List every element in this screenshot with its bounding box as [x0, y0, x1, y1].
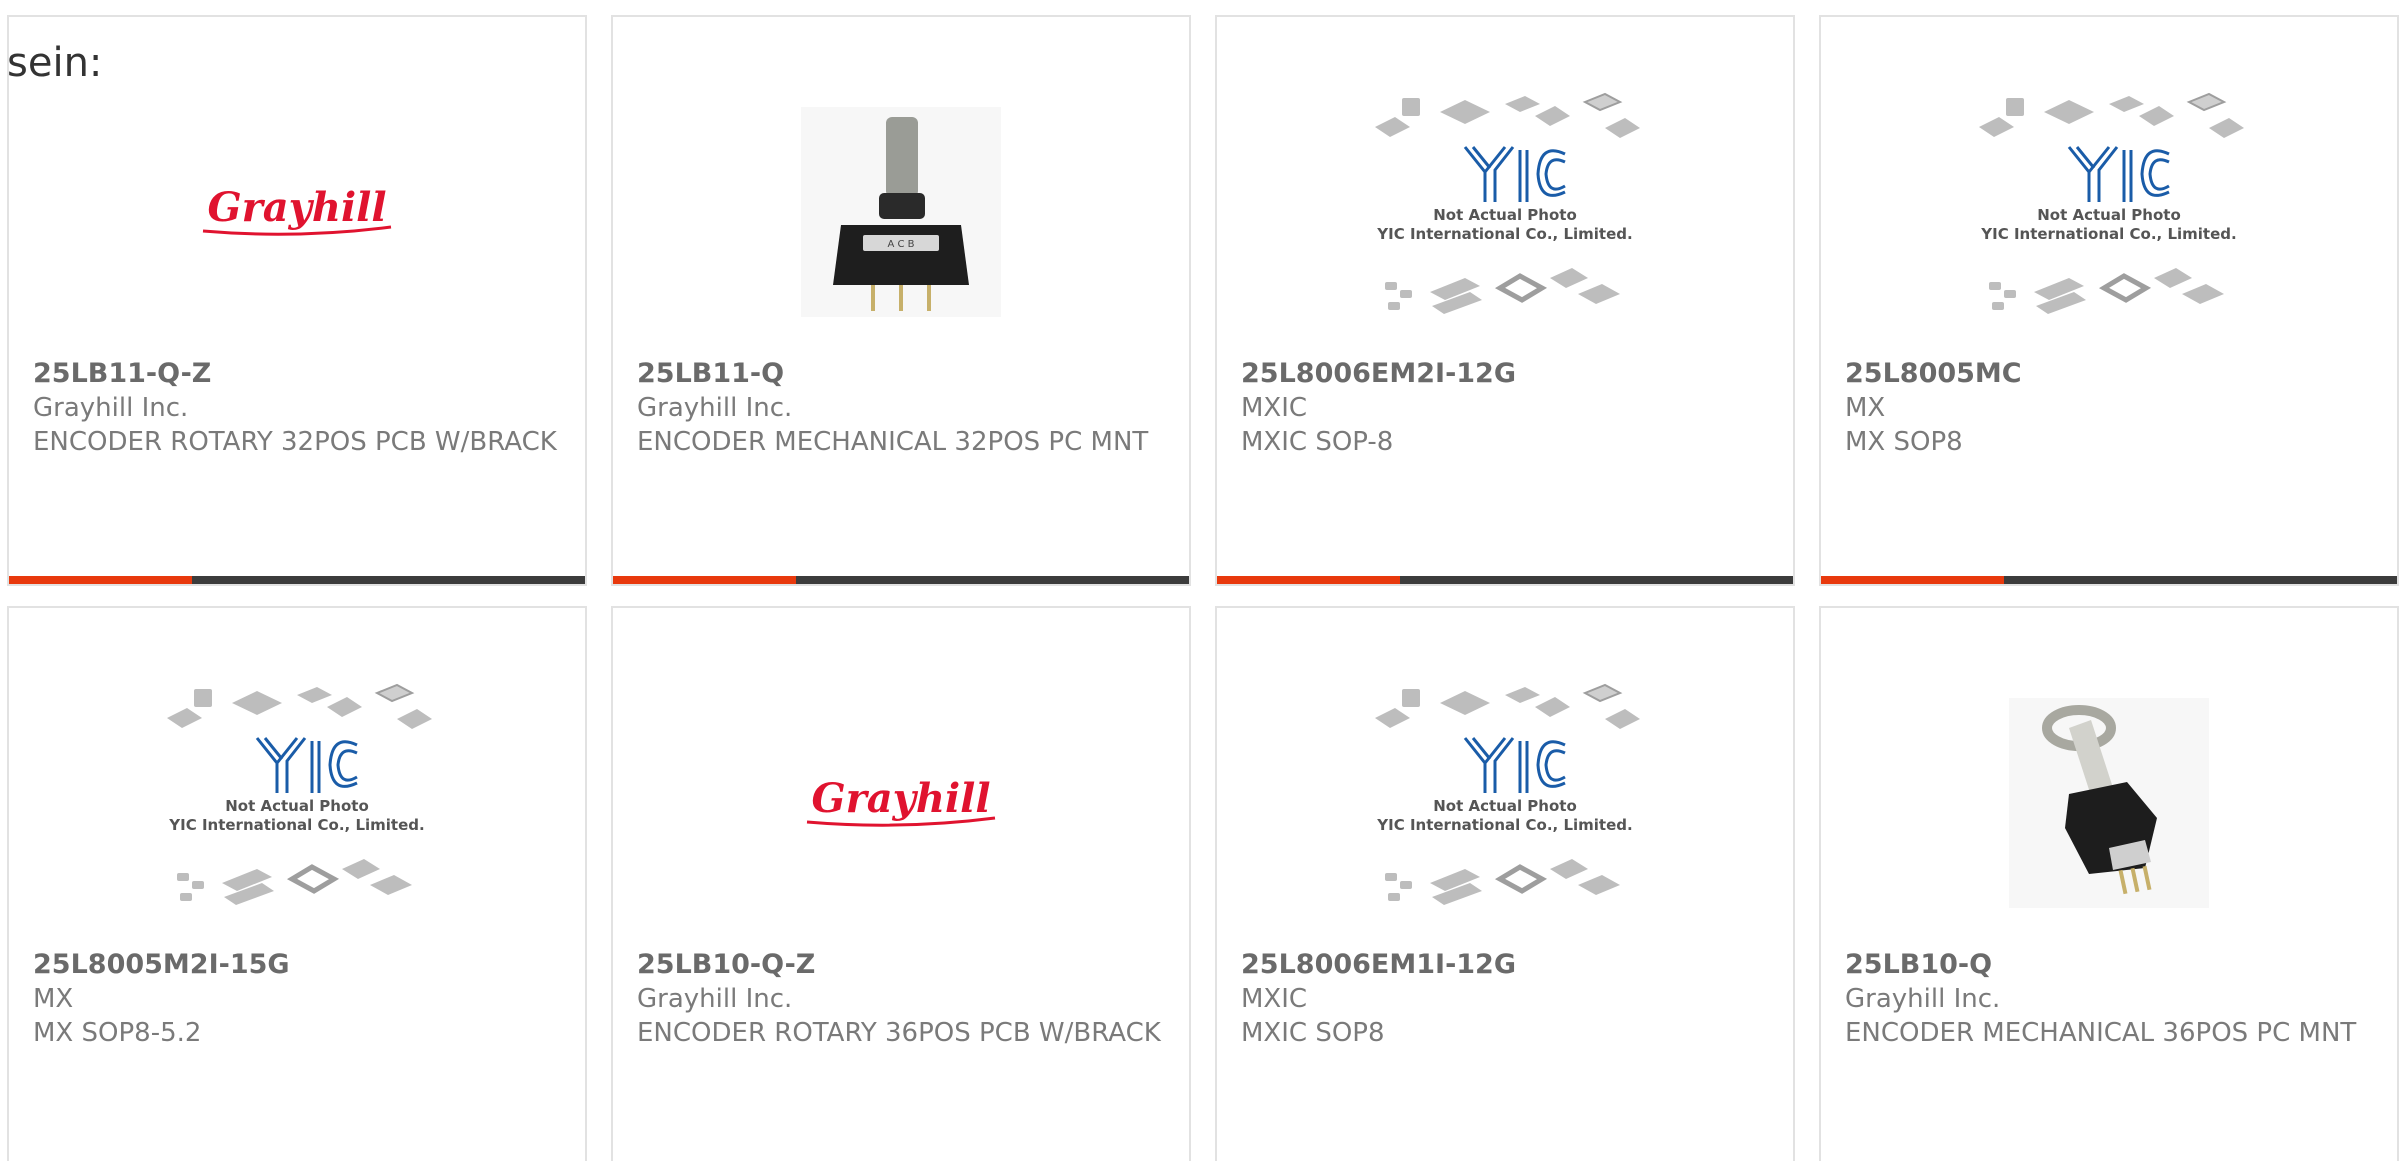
product-thumbnail[interactable]: A C B — [613, 67, 1189, 357]
placeholder-line1: Not Actual Photo — [1433, 206, 1577, 224]
part-number[interactable]: 25LB11-Q — [637, 357, 1169, 391]
card-bottom-bar — [613, 576, 1189, 584]
section-heading: sein: — [7, 40, 103, 86]
description: ENCODER ROTARY 32POS PCB W/BRACK — [33, 427, 557, 457]
manufacturer: Grayhill Inc. — [637, 393, 793, 423]
manufacturer: MXIC — [1241, 984, 1308, 1014]
part-number[interactable]: 25LB11-Q-Z — [33, 357, 565, 391]
product-card[interactable]: Not Actual Photo YIC International Co., … — [7, 606, 587, 1161]
description: ENCODER ROTARY 36POS PCB W/BRACK — [637, 1018, 1161, 1048]
manufacturer: Grayhill Inc. — [637, 984, 793, 1014]
card-bottom-bar — [1217, 576, 1793, 584]
placeholder-line1: Not Actual Photo — [2037, 206, 2181, 224]
placeholder-line2: YIC International Co., Limited. — [1376, 816, 1632, 834]
description: ENCODER MECHANICAL 32POS PC MNT — [637, 427, 1149, 457]
rotary-encoder-angled-photo-icon — [2009, 698, 2209, 908]
card-bottom-bar — [9, 576, 585, 584]
description: ENCODER MECHANICAL 36POS PC MNT — [1845, 1018, 2357, 1048]
description: MXIC SOP-8 — [1241, 427, 1394, 457]
grayhill-logo-text: Grayhill — [207, 184, 386, 231]
description: MX SOP8 — [1845, 427, 1963, 457]
description: MX SOP8-5.2 — [33, 1018, 202, 1048]
manufacturer: Grayhill Inc. — [1845, 984, 2001, 1014]
card-accent-bar — [1821, 576, 2004, 584]
grayhill-logo-icon: Grayhill — [806, 775, 996, 827]
description: MXIC SOP8 — [1241, 1018, 1385, 1048]
grayhill-logo-text: Grayhill — [811, 775, 990, 822]
manufacturer: Grayhill Inc. — [33, 393, 189, 423]
placeholder-line1: Not Actual Photo — [225, 797, 369, 815]
card-accent-bar — [613, 576, 796, 584]
product-card[interactable]: Grayhill 25LB11-Q-Z Grayhill Inc. ENCODE… — [7, 15, 587, 586]
product-thumbnail[interactable]: Not Actual Photo YIC International Co., … — [1217, 658, 1793, 948]
product-thumbnail[interactable]: Not Actual Photo YIC International Co., … — [9, 658, 585, 948]
manufacturer: MXIC — [1241, 393, 1308, 423]
product-thumbnail[interactable]: Grayhill — [613, 658, 1189, 948]
rotary-encoder-photo-icon: A C B — [801, 107, 1001, 317]
yic-not-actual-photo-icon: Not Actual Photo YIC International Co., … — [1375, 92, 1640, 314]
product-thumbnail[interactable]: Grayhill — [9, 67, 585, 357]
svg-text:A C B: A C B — [887, 239, 914, 250]
yic-not-actual-photo-icon: Not Actual Photo YIC International Co., … — [167, 683, 432, 905]
product-card[interactable]: Not Actual Photo YIC International Co., … — [1215, 15, 1795, 586]
card-accent-bar — [1217, 576, 1400, 584]
part-number[interactable]: 25LB10-Q-Z — [637, 948, 1169, 982]
manufacturer: MX — [33, 984, 74, 1014]
product-thumbnail[interactable]: Not Actual Photo YIC International Co., … — [1821, 67, 2397, 357]
product-card[interactable]: Not Actual Photo YIC International Co., … — [1215, 606, 1795, 1161]
product-card[interactable]: 25LB10-Q Grayhill Inc. ENCODER MECHANICA… — [1819, 606, 2399, 1161]
product-thumbnail[interactable]: Not Actual Photo YIC International Co., … — [1217, 67, 1793, 357]
product-grid-page: sein: Grayhill 25LB11-Q-Z Grayhill Inc. … — [0, 0, 2400, 1161]
product-thumbnail[interactable] — [1821, 658, 2397, 948]
grayhill-logo-icon: Grayhill — [202, 184, 392, 236]
product-card[interactable]: Grayhill 25LB10-Q-Z Grayhill Inc. ENCODE… — [611, 606, 1191, 1161]
part-number[interactable]: 25L8005MC — [1845, 357, 2377, 391]
card-accent-bar — [9, 576, 192, 584]
placeholder-line1: Not Actual Photo — [1433, 797, 1577, 815]
part-number[interactable]: 25LB10-Q — [1845, 948, 2377, 982]
yic-not-actual-photo-icon: Not Actual Photo YIC International Co., … — [1979, 92, 2244, 314]
card-bottom-bar — [1821, 576, 2397, 584]
product-card[interactable]: A C B 25LB11-Q Grayhill Inc. ENCODER MEC… — [611, 15, 1191, 586]
product-card[interactable]: Not Actual Photo YIC International Co., … — [1819, 15, 2399, 586]
placeholder-line2: YIC International Co., Limited. — [1980, 225, 2236, 243]
yic-not-actual-photo-icon: Not Actual Photo YIC International Co., … — [1375, 683, 1640, 905]
placeholder-line2: YIC International Co., Limited. — [1376, 225, 1632, 243]
part-number[interactable]: 25L8005M2I-15G — [33, 948, 565, 982]
part-number[interactable]: 25L8006EM2I-12G — [1241, 357, 1773, 391]
part-number[interactable]: 25L8006EM1I-12G — [1241, 948, 1773, 982]
manufacturer: MX — [1845, 393, 1886, 423]
placeholder-line2: YIC International Co., Limited. — [168, 816, 424, 834]
